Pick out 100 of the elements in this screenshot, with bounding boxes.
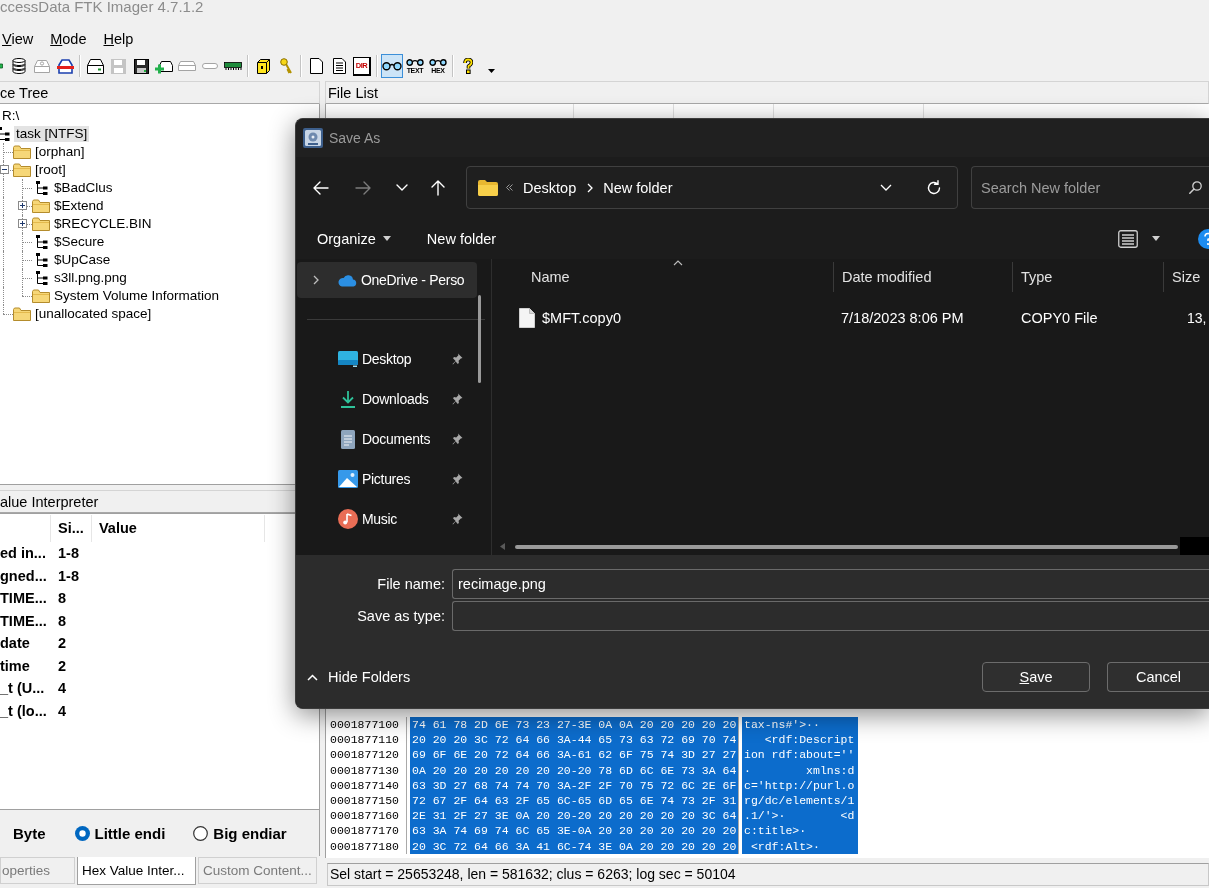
music-icon — [338, 509, 358, 529]
minus-box-icon[interactable] — [0, 165, 9, 174]
hex-bytes-cell[interactable]: 2E 31 2F 27 3E 0A 20 20-20 20 20 20 20 20 3C 64 — [410, 808, 738, 824]
tab[interactable]: Custom Content... — [198, 857, 317, 884]
table-cell-text: gned... — [0, 566, 48, 586]
address-bar[interactable]: Desktop New folder — [466, 166, 958, 209]
plus-box-icon[interactable] — [18, 201, 27, 210]
radio-button[interactable]: Big endiar — [193, 824, 287, 842]
folder-icon — [13, 163, 31, 177]
status-text: Sel start = 25653248, len = 581632; clus = 6263; log sec = 50104 — [327, 863, 1209, 886]
table-cell-text: TIME... — [0, 611, 48, 631]
column-header[interactable]: Name — [492, 262, 833, 292]
chevron-right-icon[interactable] — [313, 275, 319, 285]
file-row[interactable]: $MFT.copy0 7/18/2023 8:06 PM COPY0 File 13, — [492, 302, 1209, 334]
radio-button[interactable]: Little endi — [74, 824, 166, 842]
tree-item[interactable]: s3ll.png.png — [52, 270, 129, 286]
breadcrumb-item[interactable]: New folder — [603, 179, 673, 196]
plus-box-icon[interactable] — [18, 219, 27, 228]
offset-cell-text: 0001877120 — [329, 747, 400, 763]
column-header[interactable]: Si... — [51, 515, 92, 542]
nav-item[interactable]: Documents — [297, 419, 477, 459]
nav-item[interactable]: Desktop — [297, 339, 477, 379]
folder-icon — [32, 289, 50, 303]
scrollbar-thumb[interactable] — [478, 295, 481, 383]
tree-item[interactable]: R:\ — [0, 108, 22, 124]
tree-item[interactable]: [unallocated space] — [33, 306, 154, 322]
column-header[interactable]: Size — [1163, 262, 1209, 292]
tree-item[interactable]: System Volume Information — [52, 288, 222, 304]
field-label: Save as type: — [356, 607, 445, 626]
breadcrumb-item[interactable]: Desktop — [523, 179, 577, 196]
tree-item[interactable]: $Secure — [52, 234, 107, 250]
text-cell[interactable]: tax-ns#'>·· — [742, 717, 858, 733]
tree-item[interactable]: $UpCase — [52, 252, 113, 268]
nav-item[interactable]: Downloads — [297, 379, 477, 419]
file-type-field[interactable] — [452, 601, 1209, 631]
table-cell-text: _t (U... — [0, 679, 46, 698]
help-icon[interactable] — [1198, 228, 1209, 249]
search-icon — [1189, 181, 1202, 194]
tree-item[interactable]: $Extend — [52, 198, 106, 214]
scrollbar-corner — [1180, 537, 1209, 555]
hex-bytes-cell[interactable]: 63 3A 74 69 74 6C 65 3E-0A 20 20 20 20 20 20 20 — [410, 823, 738, 839]
column-header[interactable]: Date modified — [833, 262, 1012, 292]
folder-icon — [478, 179, 498, 196]
table-cell-text: 4 — [57, 701, 68, 721]
folder-icon — [13, 145, 31, 159]
folder-icon — [32, 199, 50, 213]
offset-cell-text: 0001877170 — [329, 823, 400, 839]
menu-item[interactable]: Help — [103, 29, 134, 49]
menu-item[interactable]: View — [2, 29, 34, 49]
field-label: Byte — [13, 824, 46, 842]
table-cell-text: time — [0, 656, 31, 676]
caret-icon — [1152, 236, 1160, 241]
hex-bytes-cell[interactable]: 74 61 78 2D 6E 73 23 27-3E 0A 0A 20 20 20 20 20 — [410, 717, 738, 733]
tree-item[interactable]: $BadClus — [52, 180, 115, 196]
tree-structure-icon — [36, 253, 48, 267]
tree-item[interactable]: task [NTFS] — [14, 126, 90, 142]
desktop-icon — [338, 351, 358, 367]
list-view-icon — [1118, 229, 1138, 248]
download-icon — [340, 390, 356, 408]
column-header[interactable]: Type — [1012, 262, 1163, 292]
table-cell-text: _t (lo... — [0, 701, 48, 721]
file-name-field[interactable]: recimage.png — [452, 569, 1209, 599]
tab[interactable]: Hex Value Inter... — [77, 857, 196, 885]
tree-item[interactable]: [root] — [33, 162, 68, 178]
hex-bytes-cell[interactable]: 20 20 20 3C 72 64 66 3A-44 65 73 63 72 69 70 74 — [410, 732, 738, 748]
scrollbar-thumb[interactable] — [515, 544, 1178, 549]
table-cell-text: 4 — [57, 679, 68, 698]
text-cell[interactable]: ion rdf:about='' — [742, 747, 858, 763]
tree-item[interactable]: $RECYCLE.BIN — [52, 216, 154, 232]
command-button[interactable]: Organize — [308, 222, 400, 255]
text-cell[interactable]: c:title>· — [742, 823, 858, 839]
dialog-button[interactable]: Save — [982, 662, 1090, 692]
offset-cell-text: 0001877130 — [329, 762, 400, 778]
table-cell-text: 8 — [57, 589, 68, 608]
refresh-button[interactable] — [926, 179, 942, 196]
hide-folders-button[interactable]: Hide Folders — [307, 669, 411, 685]
dialog-title: Save As — [329, 130, 381, 146]
tree-item[interactable]: [orphan] — [33, 144, 87, 160]
refresh-icon — [926, 179, 942, 196]
column-header[interactable]: Value — [92, 515, 265, 542]
toolbar-button[interactable] — [381, 54, 403, 78]
table-cell-text: date — [0, 634, 31, 653]
menu-item[interactable]: Mode — [50, 29, 87, 49]
arrow-left-icon — [500, 543, 505, 550]
search-field[interactable]: Search New folder — [971, 166, 1209, 209]
text-cell[interactable]: .1/'>· <d — [742, 808, 858, 824]
chevron-up-icon — [307, 673, 318, 681]
tree-structure-icon — [36, 181, 48, 195]
text-cell[interactable]: <rdf:Descript — [742, 732, 858, 748]
tab[interactable]: operties — [0, 857, 75, 884]
window-title: ccessData FTK Imager 4.7.1.2 — [0, 0, 204, 15]
dropdown-button[interactable] — [880, 184, 892, 191]
document-icon — [341, 429, 355, 449]
table-cell: COPY0 File — [1021, 310, 1098, 326]
command-button[interactable]: New folder — [417, 222, 506, 255]
hex-bytes-cell[interactable]: 69 6F 6E 20 72 64 66 3A-61 62 6F 75 74 3D 27 27 — [410, 747, 738, 763]
tree-structure-icon — [36, 235, 48, 249]
dialog-button[interactable]: Cancel — [1107, 662, 1209, 692]
folder-icon — [32, 217, 50, 231]
nav-item[interactable]: OneDrive - Perso — [297, 262, 477, 298]
